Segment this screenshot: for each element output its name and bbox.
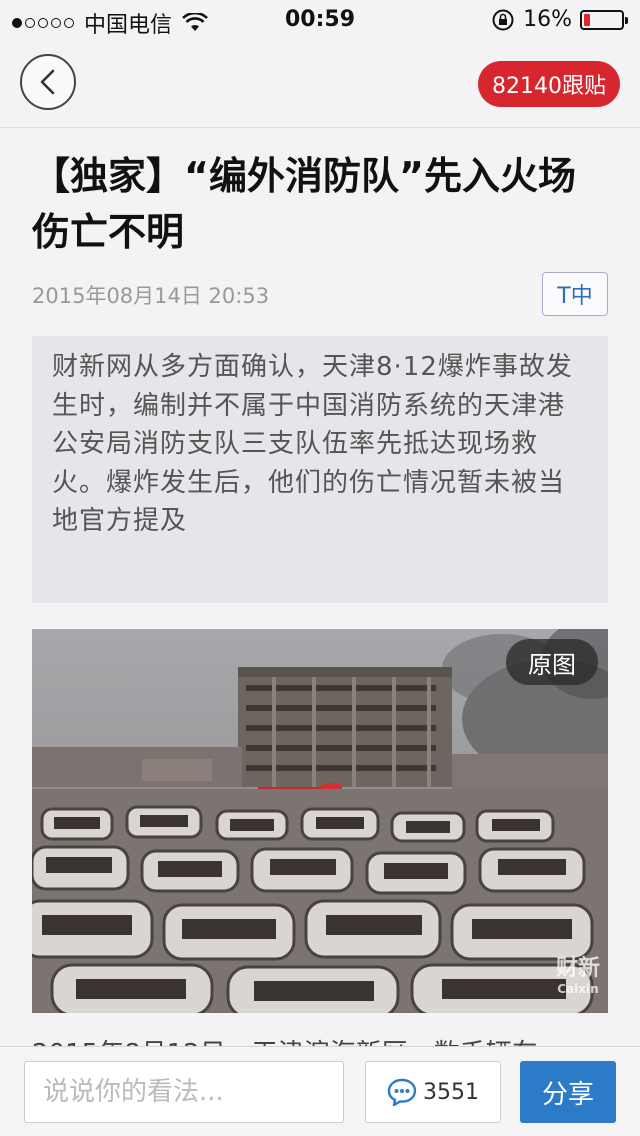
status-bar-right: 16%	[491, 7, 628, 32]
chevron-left-icon	[40, 69, 55, 95]
back-button[interactable]	[20, 54, 76, 110]
share-button[interactable]: 分享	[520, 1061, 616, 1123]
comments-count-button[interactable]: 3551	[365, 1061, 501, 1123]
battery-percent: 16%	[523, 7, 572, 32]
battery-level-fill	[584, 13, 590, 26]
article-title: 【独家】“编外消防队”先入火场 伤亡不明	[32, 154, 576, 254]
navigation-bar: 82140跟贴	[0, 40, 640, 128]
explosion-site-image	[32, 629, 608, 1013]
follow-comments-button[interactable]: 82140跟贴	[478, 61, 620, 107]
watermark-main: 财新	[555, 956, 600, 981]
speech-bubble-icon	[387, 1078, 417, 1106]
rotation-lock-icon	[492, 9, 514, 30]
caixin-watermark: 财新 Caixin	[555, 956, 600, 999]
article-date: 2015年08月14日 20:53	[32, 284, 270, 308]
status-bar: 中国电信 00:59 16%	[0, 0, 640, 40]
comments-count: 3551	[423, 1079, 479, 1105]
comment-input[interactable]	[24, 1061, 344, 1123]
bottom-toolbar: 3551 分享	[0, 1046, 640, 1136]
article-photo[interactable]: 原图 财新 Caixin	[32, 629, 608, 1013]
font-size-button[interactable]: T中	[542, 272, 608, 316]
article-summary: 财新网从多方面确认，天津8·12爆炸事故发生时，编制并不属于中国消防系统的天津港…	[32, 336, 608, 603]
battery-icon	[580, 9, 628, 30]
view-original-button[interactable]: 原图	[506, 639, 598, 685]
watermark-sub: Caixin	[557, 982, 599, 996]
